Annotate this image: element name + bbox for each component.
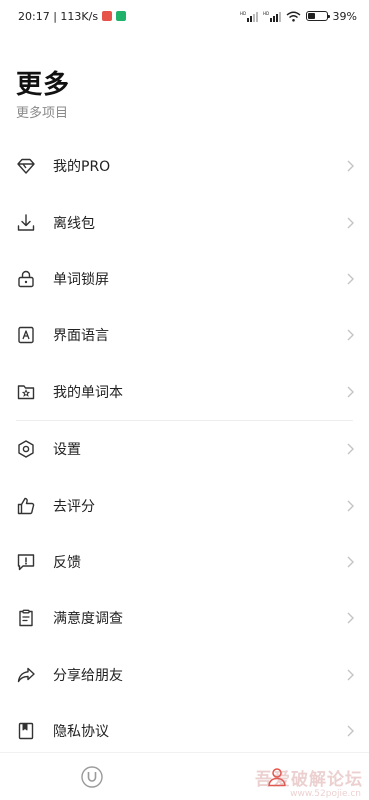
menu-item-label: 单词锁屏 — [53, 271, 109, 288]
menu-item-word-lockscreen[interactable]: 单词锁屏 — [0, 251, 369, 307]
menu-item-interface-language[interactable]: 界面语言 — [0, 307, 369, 363]
chevron-right-icon — [347, 160, 354, 172]
notification-mail-icon — [102, 11, 113, 21]
menu-item-label: 反馈 — [53, 554, 81, 571]
menu-item-label: 满意度调查 — [53, 611, 123, 628]
menu-item-label: 我的单词本 — [53, 384, 123, 401]
notification-app-icon — [116, 11, 127, 21]
chevron-right-icon — [347, 443, 354, 455]
menu-item-label: 分享给朋友 — [53, 667, 123, 684]
chevron-right-icon — [347, 273, 354, 285]
signal-2-icon: HD — [263, 11, 281, 22]
status-time-speed: 20:17 | 113K/s — [18, 9, 99, 23]
survey-clipboard-icon — [16, 608, 36, 628]
status-right: HD HD 39% — [240, 10, 357, 23]
menu-item-share[interactable]: 分享给朋友 — [0, 647, 369, 703]
menu-item-settings[interactable]: 设置 — [0, 421, 369, 477]
download-icon — [16, 213, 36, 233]
diamond-icon — [16, 156, 36, 176]
battery-percent: 39% — [332, 9, 357, 23]
menu-item-privacy-agreement[interactable]: 隐私协议 — [0, 703, 369, 759]
bookmark-doc-icon — [16, 721, 36, 741]
menu-list: 我的PRO 离线包 单词锁屏 界面语言 我的单词本 设置 去评分 反馈 满意度调… — [0, 138, 369, 759]
chevron-right-icon — [347, 386, 354, 398]
chevron-right-icon — [347, 329, 354, 341]
battery-icon — [305, 11, 330, 21]
share-arrow-icon — [16, 665, 36, 685]
menu-item-offline-pack[interactable]: 离线包 — [0, 194, 369, 250]
menu-item-my-wordbook[interactable]: 我的单词本 — [0, 364, 369, 420]
lock-icon — [16, 269, 36, 289]
chevron-right-icon — [347, 556, 354, 568]
chevron-right-icon — [347, 217, 354, 229]
status-bar: 20:17 | 113K/s HD HD 39% — [0, 0, 369, 32]
settings-hexagon-icon — [16, 439, 36, 459]
nav-tab-profile[interactable] — [185, 753, 369, 800]
menu-item-pro[interactable]: 我的PRO — [0, 138, 369, 194]
svg-text:HD: HD — [263, 11, 269, 16]
folder-star-icon — [16, 382, 36, 402]
menu-item-label: 离线包 — [53, 215, 95, 232]
bottom-nav — [0, 752, 369, 800]
menu-item-label: 我的PRO — [53, 159, 111, 176]
profile-icon — [268, 767, 286, 786]
menu-item-rate[interactable]: 去评分 — [0, 477, 369, 533]
menu-item-feedback[interactable]: 反馈 — [0, 534, 369, 590]
u-circle-icon — [81, 765, 103, 788]
language-icon — [16, 325, 36, 345]
menu-item-label: 去评分 — [53, 498, 95, 515]
svg-text:HD: HD — [240, 11, 246, 16]
nav-tab-home[interactable] — [0, 753, 185, 800]
page-subtitle: 更多项目 — [16, 106, 69, 121]
feedback-icon — [16, 552, 36, 572]
page-title: 更多 — [16, 70, 71, 100]
signal-icon: HD — [240, 11, 258, 22]
wifi-icon — [286, 11, 300, 22]
battery-fill — [307, 13, 315, 19]
menu-item-label: 界面语言 — [53, 328, 109, 345]
chevron-right-icon — [347, 669, 354, 681]
menu-item-label: 设置 — [53, 442, 81, 459]
menu-item-label: 隐私协议 — [53, 724, 109, 741]
chevron-right-icon — [347, 725, 354, 737]
chevron-right-icon — [347, 612, 354, 624]
menu-item-satisfaction-survey[interactable]: 满意度调查 — [0, 590, 369, 646]
chevron-right-icon — [347, 500, 354, 512]
status-left: 20:17 | 113K/s — [18, 9, 127, 23]
thumbs-up-icon — [16, 496, 36, 516]
